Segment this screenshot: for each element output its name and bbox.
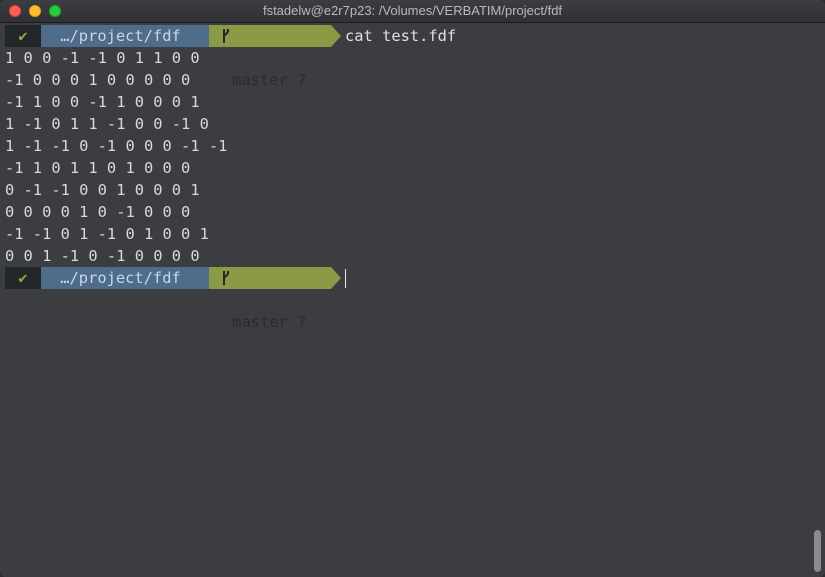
output-line: -1 1 0 1 1 0 1 0 0 0 <box>5 159 191 177</box>
terminal-content[interactable]: ✔ …/project/fdf master ? cat test.fdf 1 … <box>0 23 825 577</box>
text-cursor <box>345 269 346 288</box>
prompt-path: …/project/fdf <box>41 25 209 47</box>
prompt-git-status: master ? <box>209 267 331 331</box>
powerline-separator <box>331 267 341 289</box>
output-line: -1 -1 0 1 -1 0 1 0 0 1 <box>5 225 209 243</box>
prompt-path: …/project/fdf <box>41 267 209 289</box>
terminal-window: fstadelw@e2r7p23: /Volumes/VERBATIM/proj… <box>0 0 825 577</box>
output-line: 1 0 0 -1 -1 0 1 1 0 0 <box>5 49 200 67</box>
output-line: 0 0 1 -1 0 -1 0 0 0 0 <box>5 247 200 265</box>
window-title: fstadelw@e2r7p23: /Volumes/VERBATIM/proj… <box>262 3 563 18</box>
powerline-separator <box>331 25 341 47</box>
output-line: -1 1 0 0 -1 1 0 0 0 1 <box>5 93 200 111</box>
status-ok-icon: ✔ <box>5 267 41 289</box>
command-text: cat test.fdf <box>345 27 457 45</box>
vertical-scrollbar[interactable] <box>814 530 821 572</box>
branch-icon <box>223 271 229 285</box>
status-ok-icon: ✔ <box>5 25 41 47</box>
output-line: 0 0 0 0 1 0 -1 0 0 0 <box>5 203 191 221</box>
git-branch-label: master ? <box>223 71 316 89</box>
prompt-git-status: master ? <box>209 25 331 89</box>
branch-icon <box>223 29 229 43</box>
git-branch-label: master ? <box>223 313 316 331</box>
output-line: 1 -1 0 1 1 -1 0 0 -1 0 <box>5 115 209 133</box>
output-line: -1 0 0 0 1 0 0 0 0 0 <box>5 71 191 89</box>
title-bar[interactable]: fstadelw@e2r7p23: /Volumes/VERBATIM/proj… <box>0 0 825 23</box>
output-line: 0 -1 -1 0 0 1 0 0 0 1 <box>5 181 200 199</box>
output-line: 1 -1 -1 0 -1 0 0 0 -1 -1 <box>5 137 228 155</box>
